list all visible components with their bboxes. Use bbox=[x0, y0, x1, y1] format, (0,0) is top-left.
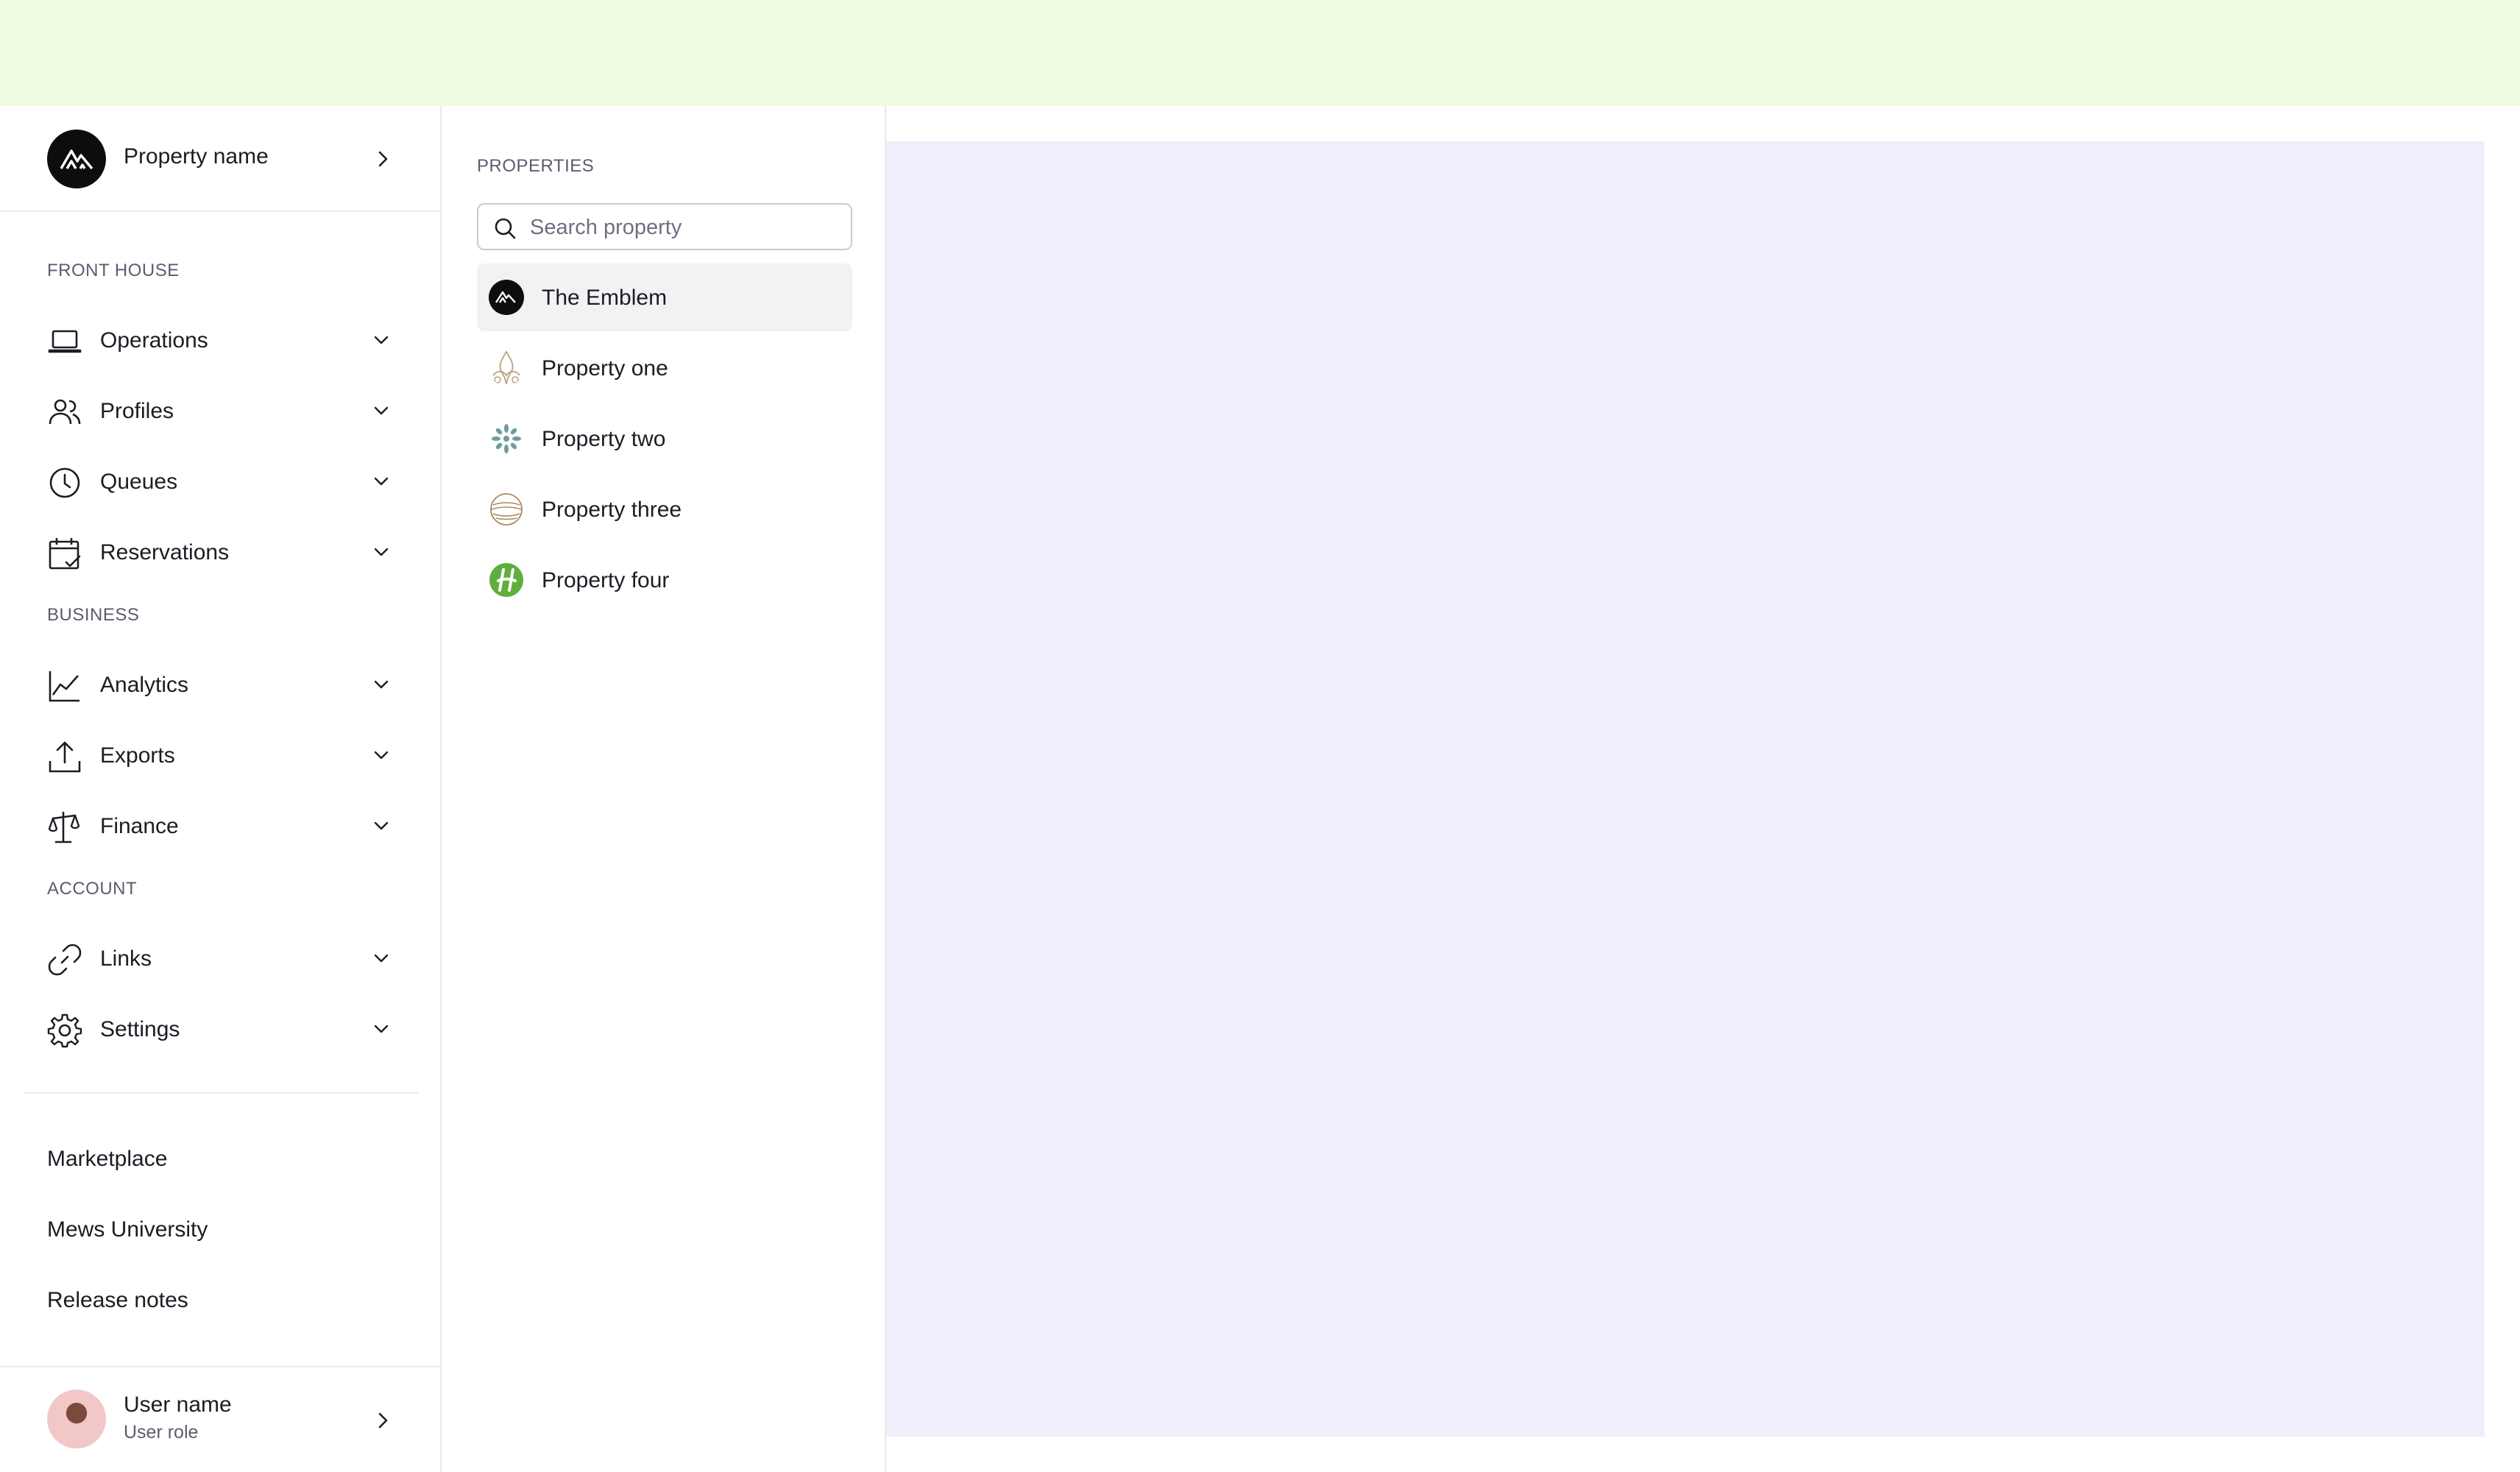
nav-item-analytics[interactable]: Analytics bbox=[24, 654, 418, 712]
nav-item-label: Operations bbox=[100, 328, 208, 353]
chevron-right-icon bbox=[378, 1412, 388, 1429]
chevron-down-icon bbox=[374, 336, 389, 344]
nav-item-links[interactable]: Links bbox=[24, 927, 418, 986]
chevron-down-icon bbox=[374, 954, 389, 963]
nav-item-label: Analytics bbox=[100, 673, 189, 697]
chevron-down-icon bbox=[374, 751, 389, 760]
nav-item-settings[interactable]: Settings bbox=[24, 998, 418, 1057]
search-property[interactable] bbox=[477, 203, 852, 250]
scale-icon bbox=[48, 811, 80, 843]
properties-panel: PROPERTIES The Emblem Property one bbox=[442, 106, 886, 1472]
section-label-account: ACCOUNT bbox=[47, 879, 138, 899]
property-item-two[interactable]: Property two bbox=[477, 405, 852, 473]
chevron-down-icon bbox=[374, 1025, 389, 1033]
chevron-down-icon bbox=[374, 821, 389, 830]
nav-item-label: Reservations bbox=[100, 540, 230, 565]
emblem-logo-icon bbox=[489, 280, 524, 315]
property-item-the-emblem[interactable]: The Emblem bbox=[477, 263, 852, 331]
nav-item-label: Settings bbox=[100, 1017, 180, 1041]
green-h-logo-icon bbox=[489, 563, 523, 597]
nav-item-queues[interactable]: Queues bbox=[24, 450, 418, 509]
chevron-down-icon bbox=[374, 406, 389, 415]
globe-lines-logo-icon bbox=[490, 493, 523, 526]
nav-item-reservations[interactable]: Reservations bbox=[24, 521, 418, 580]
user-name: User name bbox=[124, 1393, 232, 1417]
search-input[interactable] bbox=[530, 212, 839, 243]
property-label: Property one bbox=[542, 356, 668, 381]
nav-item-label: Exports bbox=[100, 743, 175, 768]
link-marketplace[interactable]: Marketplace bbox=[47, 1147, 167, 1172]
clock-icon bbox=[49, 467, 80, 498]
nav-item-label: Finance bbox=[100, 814, 179, 838]
property-label: Property four bbox=[542, 568, 670, 592]
upload-icon bbox=[49, 741, 81, 773]
chevron-down-icon bbox=[374, 477, 389, 486]
top-banner bbox=[0, 0, 2520, 106]
line-chart-icon bbox=[49, 671, 79, 702]
users-icon bbox=[49, 399, 81, 425]
avatar bbox=[47, 1390, 106, 1448]
ornament-logo-icon bbox=[492, 350, 520, 385]
star-burst-logo-icon bbox=[492, 424, 521, 453]
calendar-check-icon bbox=[49, 538, 81, 570]
mountain-logo-icon bbox=[47, 130, 106, 188]
chevron-down-icon bbox=[374, 680, 389, 689]
property-label: Property three bbox=[542, 498, 682, 522]
content-placeholder bbox=[886, 141, 2485, 1437]
gear-icon bbox=[47, 1013, 82, 1048]
nav-item-finance[interactable]: Finance bbox=[24, 795, 418, 854]
laptop-icon bbox=[48, 330, 82, 353]
property-item-four[interactable]: Property four bbox=[477, 546, 852, 614]
property-name: Property name bbox=[124, 144, 269, 169]
properties-title: PROPERTIES bbox=[477, 156, 595, 176]
property-switcher[interactable]: Property name bbox=[0, 106, 440, 212]
sidebar: Property name FRONT HOUSE Operations Pro… bbox=[0, 106, 442, 1472]
nav-item-label: Links bbox=[100, 946, 152, 971]
link-mews-university[interactable]: Mews University bbox=[47, 1217, 208, 1242]
link-release-notes[interactable]: Release notes bbox=[47, 1288, 188, 1313]
user-menu[interactable]: User name User role bbox=[0, 1366, 440, 1472]
nav-item-operations[interactable]: Operations bbox=[24, 309, 418, 368]
nav-item-label: Profiles bbox=[100, 399, 174, 423]
nav-item-exports[interactable]: Exports bbox=[24, 724, 418, 783]
property-item-three[interactable]: Property three bbox=[477, 475, 852, 543]
property-label: The Emblem bbox=[542, 286, 668, 310]
user-role: User role bbox=[124, 1422, 199, 1443]
search-icon bbox=[495, 218, 516, 239]
link-icon bbox=[48, 944, 82, 976]
section-label-front-house: FRONT HOUSE bbox=[47, 261, 180, 280]
section-label-business: BUSINESS bbox=[47, 605, 140, 625]
chevron-right-icon bbox=[378, 151, 388, 167]
chevron-down-icon bbox=[374, 548, 389, 556]
sidebar-divider bbox=[24, 1092, 418, 1094]
nav-item-label: Queues bbox=[100, 470, 178, 494]
nav-item-profiles[interactable]: Profiles bbox=[24, 380, 418, 439]
property-label: Property two bbox=[542, 427, 666, 451]
property-item-one[interactable]: Property one bbox=[477, 334, 852, 402]
